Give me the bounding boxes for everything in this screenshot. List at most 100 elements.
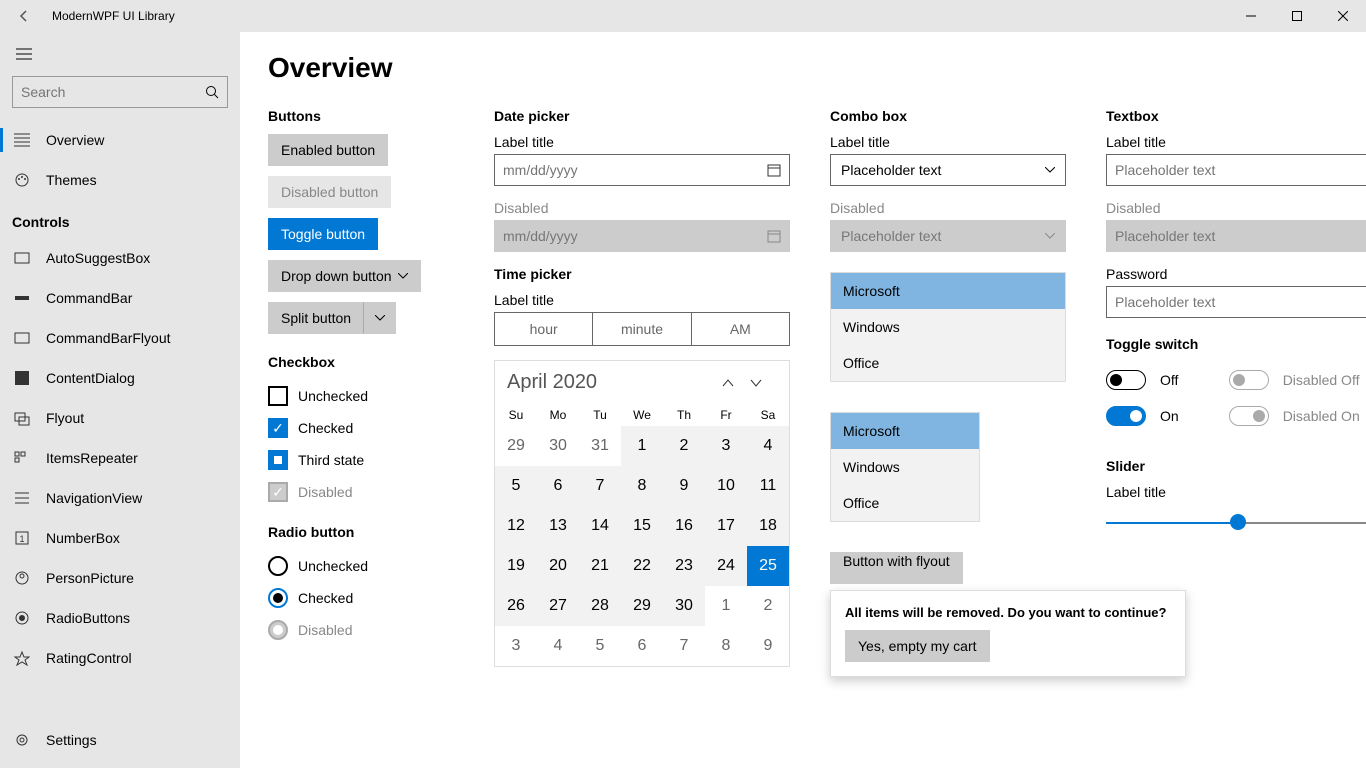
calendar-day[interactable]: 4 [747, 426, 789, 466]
calendar-day[interactable]: 5 [579, 626, 621, 666]
sidebar-item-autosuggestbox[interactable]: AutoSuggestBox [0, 238, 240, 278]
sidebar-item-itemsrepeater[interactable]: ItemsRepeater [0, 438, 240, 478]
list-item[interactable]: Microsoft [831, 273, 1065, 309]
toggle-on[interactable]: On [1106, 398, 1179, 434]
calendar-next[interactable] [749, 378, 777, 388]
calendar-day[interactable]: 17 [705, 506, 747, 546]
toggle-off[interactable]: Off [1106, 362, 1179, 398]
minimize-button[interactable] [1228, 0, 1274, 32]
timepicker-hour[interactable]: hour [495, 313, 593, 345]
sidebar-header-controls: Controls [0, 200, 240, 238]
listbox-small[interactable]: Microsoft Windows Office [830, 412, 980, 522]
list-item[interactable]: Office [831, 345, 1065, 381]
calendar-day[interactable]: 7 [663, 626, 705, 666]
textbox[interactable] [1106, 154, 1366, 186]
close-button[interactable] [1320, 0, 1366, 32]
calendar-day[interactable]: 21 [579, 546, 621, 586]
calendar-day[interactable]: 29 [495, 426, 537, 466]
calendar-month[interactable]: April 2020 [507, 371, 721, 394]
calendar-day[interactable]: 20 [537, 546, 579, 586]
calendar-day[interactable]: 9 [663, 466, 705, 506]
calendar[interactable]: April 2020 SuMoTuWeThFrSa 29303112345678… [494, 360, 790, 667]
calendar-day[interactable]: 10 [705, 466, 747, 506]
back-button[interactable] [0, 8, 48, 24]
list-item[interactable]: Windows [831, 449, 979, 485]
hamburger-button[interactable] [0, 40, 240, 68]
sidebar-item-radiobuttons[interactable]: RadioButtons [0, 598, 240, 638]
calendar-prev[interactable] [721, 378, 749, 388]
flyout-confirm-button[interactable]: Yes, empty my cart [845, 630, 990, 662]
calendar-day[interactable]: 30 [663, 586, 705, 626]
timepicker-ampm[interactable]: AM [692, 313, 789, 345]
calendar-day[interactable]: 22 [621, 546, 663, 586]
sidebar-item-ratingcontrol[interactable]: RatingControl [0, 638, 240, 678]
search-box[interactable] [12, 76, 228, 108]
dropdown-button[interactable]: Drop down button [268, 260, 421, 292]
calendar-day[interactable]: 14 [579, 506, 621, 546]
calendar-day[interactable]: 7 [579, 466, 621, 506]
calendar-day[interactable]: 30 [537, 426, 579, 466]
calendar-day[interactable]: 12 [495, 506, 537, 546]
slider-thumb[interactable] [1230, 514, 1246, 530]
calendar-day[interactable]: 3 [705, 426, 747, 466]
toggle-button[interactable]: Toggle button [268, 218, 378, 250]
calendar-day[interactable]: 25 [747, 546, 789, 586]
sidebar-item-flyout[interactable]: Flyout [0, 398, 240, 438]
combobox[interactable]: Placeholder text [830, 154, 1066, 186]
calendar-day[interactable]: 1 [705, 586, 747, 626]
sidebar-item-numberbox[interactable]: 1NumberBox [0, 518, 240, 558]
timepicker-minute[interactable]: minute [593, 313, 691, 345]
checkbox-checked[interactable]: ✓Checked [268, 412, 458, 444]
calendar-day[interactable]: 5 [495, 466, 537, 506]
radio-unchecked[interactable]: Unchecked [268, 550, 458, 582]
calendar-day[interactable]: 19 [495, 546, 537, 586]
button-with-flyout[interactable]: Button with flyout [830, 552, 963, 584]
calendar-day[interactable]: 23 [663, 546, 705, 586]
calendar-day[interactable]: 3 [495, 626, 537, 666]
calendar-day[interactable]: 6 [537, 466, 579, 506]
enabled-button[interactable]: Enabled button [268, 134, 388, 166]
calendar-day[interactable]: 24 [705, 546, 747, 586]
calendar-day[interactable]: 15 [621, 506, 663, 546]
sidebar-item-personpicture[interactable]: PersonPicture [0, 558, 240, 598]
calendar-day[interactable]: 16 [663, 506, 705, 546]
password-textbox[interactable] [1106, 286, 1366, 318]
calendar-day[interactable]: 8 [621, 466, 663, 506]
calendar-day[interactable]: 2 [663, 426, 705, 466]
list-item[interactable]: Office [831, 485, 979, 521]
calendar-day[interactable]: 1 [621, 426, 663, 466]
calendar-day[interactable]: 13 [537, 506, 579, 546]
checkbox-third-state[interactable]: Third state [268, 444, 458, 476]
list-item[interactable]: Windows [831, 309, 1065, 345]
timepicker[interactable]: hour minute AM [494, 312, 790, 346]
calendar-day[interactable]: 27 [537, 586, 579, 626]
sidebar-item-contentdialog[interactable]: ContentDialog [0, 358, 240, 398]
sidebar-item-overview[interactable]: Overview [0, 120, 240, 160]
listbox-large[interactable]: Microsoft Windows Office [830, 272, 1066, 382]
sidebar-item-commandbarflyout[interactable]: CommandBarFlyout [0, 318, 240, 358]
calendar-day[interactable]: 26 [495, 586, 537, 626]
sidebar-item-navigationview[interactable]: NavigationView [0, 478, 240, 518]
maximize-button[interactable] [1274, 0, 1320, 32]
calendar-day[interactable]: 8 [705, 626, 747, 666]
split-button[interactable]: Split button [268, 302, 396, 334]
list-item[interactable]: Microsoft [831, 413, 979, 449]
calendar-day[interactable]: 6 [621, 626, 663, 666]
calendar-day[interactable]: 29 [621, 586, 663, 626]
split-button-caret[interactable] [364, 302, 396, 334]
radio-checked[interactable]: Checked [268, 582, 458, 614]
calendar-day[interactable]: 11 [747, 466, 789, 506]
slider[interactable] [1106, 510, 1366, 534]
sidebar-item-themes[interactable]: Themes [0, 160, 240, 200]
datepicker-input[interactable] [494, 154, 790, 186]
checkbox-unchecked[interactable]: Unchecked [268, 380, 458, 412]
calendar-day[interactable]: 9 [747, 626, 789, 666]
sidebar-item-commandbar[interactable]: CommandBar [0, 278, 240, 318]
calendar-day[interactable]: 31 [579, 426, 621, 466]
calendar-day[interactable]: 4 [537, 626, 579, 666]
calendar-day[interactable]: 28 [579, 586, 621, 626]
sidebar-item-settings[interactable]: Settings [0, 720, 240, 760]
calendar-day[interactable]: 18 [747, 506, 789, 546]
calendar-day[interactable]: 2 [747, 586, 789, 626]
search-input[interactable] [21, 84, 205, 100]
